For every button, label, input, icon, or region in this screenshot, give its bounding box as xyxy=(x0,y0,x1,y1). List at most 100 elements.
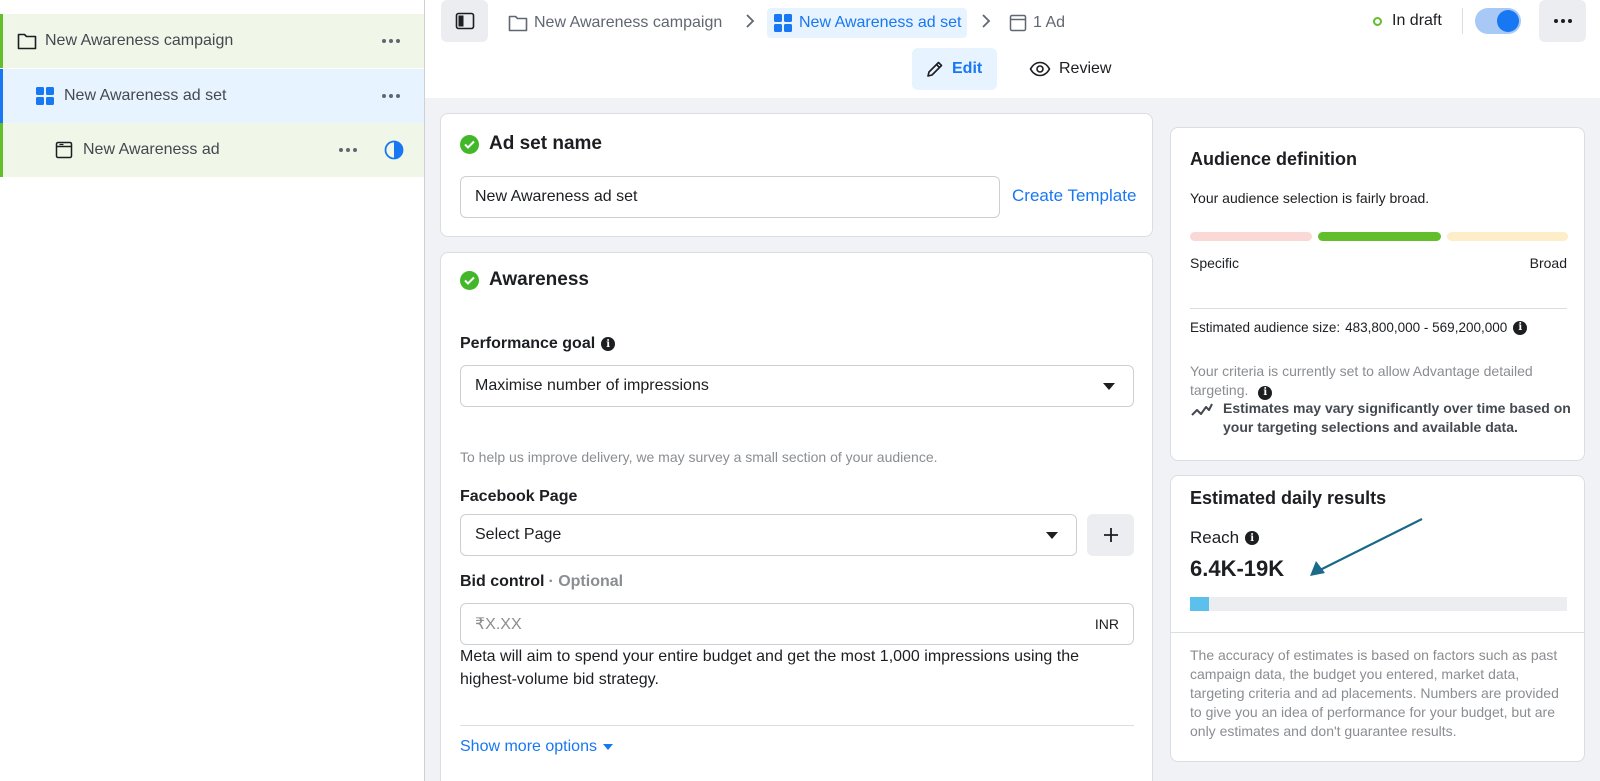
sidebar-toggle-button[interactable] xyxy=(441,0,488,42)
top-bar: New Awareness campaign New Awareness ad … xyxy=(425,0,1600,98)
breadcrumb-label: New Awareness campaign xyxy=(534,14,723,31)
section-title: Awareness xyxy=(460,269,589,291)
info-icon[interactable]: i xyxy=(1513,320,1528,335)
tab-label: Edit xyxy=(952,60,983,77)
chevron-right-icon xyxy=(745,14,755,28)
ad-window-icon xyxy=(1009,14,1027,32)
half-circle-status-icon[interactable] xyxy=(384,140,404,160)
awareness-card: Awareness Performance goal i Maximise nu… xyxy=(440,252,1153,781)
breadcrumb-ad[interactable]: 1 Ad xyxy=(1009,8,1065,38)
label-text: Performance goal xyxy=(460,335,596,352)
performance-goal-label: Performance goal i xyxy=(460,335,616,353)
info-icon[interactable]: i xyxy=(1245,531,1260,545)
size-label: Estimated audience size: xyxy=(1190,320,1341,335)
breadcrumb-label: 1 Ad xyxy=(1033,14,1066,31)
campaign-tree-sidebar: New Awareness campaign New Awareness ad … xyxy=(0,0,425,781)
sidebar-item-label: New Awareness campaign xyxy=(45,32,234,49)
folder-icon xyxy=(508,14,528,32)
trend-line-icon xyxy=(1190,401,1214,419)
annotation-arrow-icon xyxy=(1310,518,1423,576)
sidebar-item-adset[interactable]: New Awareness ad set xyxy=(0,69,424,123)
tab-edit[interactable]: Edit xyxy=(912,48,997,90)
optional-tag: · Optional xyxy=(548,573,624,590)
divider xyxy=(1171,632,1584,633)
criteria-note: Your criteria is currently set to allow … xyxy=(1190,362,1570,400)
label-text: Facebook Page xyxy=(460,488,578,505)
estimates-footnote: The accuracy of estimates is based on fa… xyxy=(1190,647,1559,739)
survey-note: To help us improve delivery, we may surv… xyxy=(460,449,938,465)
meter-specific-segment xyxy=(1190,232,1312,241)
bid-description: Meta will aim to spend your entire budge… xyxy=(460,648,1080,688)
divider xyxy=(1462,8,1463,34)
input-placeholder: ₹X.XX xyxy=(475,616,522,633)
section-title-label: Ad set name xyxy=(489,133,602,154)
grid-icon xyxy=(773,13,793,33)
caret-down-icon xyxy=(1046,532,1058,539)
divider xyxy=(460,725,1134,726)
note-text: Your criteria is currently set to allow … xyxy=(1190,363,1533,398)
breadcrumb-adset[interactable]: New Awareness ad set xyxy=(767,8,968,38)
audience-summary: Your audience selection is fairly broad. xyxy=(1190,190,1430,206)
card-title: Audience definition xyxy=(1190,149,1358,169)
toggle-knob xyxy=(1497,10,1519,32)
tab-review[interactable]: Review xyxy=(1015,48,1125,90)
size-value: 483,800,000 - 569,200,000 xyxy=(1345,320,1508,335)
reach-value: 6.4K-19K xyxy=(1190,556,1285,581)
folder-icon xyxy=(17,31,37,51)
more-options-icon[interactable] xyxy=(380,31,402,51)
check-circle-icon xyxy=(460,270,479,290)
sidebar-item-label: New Awareness ad set xyxy=(64,87,227,104)
bid-amount-input[interactable]: ₹X.XX INR xyxy=(460,603,1134,645)
ad-window-icon xyxy=(54,140,74,160)
specific-label: Specific xyxy=(1190,255,1240,271)
estimates-vary-note: Estimates may vary significantly over ti… xyxy=(1223,400,1571,435)
select-value: Maximise number of impressions xyxy=(475,377,709,394)
plus-icon xyxy=(1103,527,1119,543)
facebook-page-label: Facebook Page xyxy=(460,488,577,506)
info-icon[interactable]: i xyxy=(1258,385,1273,400)
more-options-icon[interactable] xyxy=(337,140,359,160)
breadcrumb-label: New Awareness ad set xyxy=(799,14,962,31)
divider xyxy=(1190,308,1567,309)
eye-icon xyxy=(1029,61,1059,77)
reach-bar-fill xyxy=(1190,597,1209,611)
caret-down-icon xyxy=(602,744,613,750)
reach-bar xyxy=(1190,597,1567,611)
broad-label: Broad xyxy=(1529,255,1567,271)
info-icon[interactable]: i xyxy=(601,337,616,351)
chevron-right-icon xyxy=(981,14,991,28)
status-dot-icon xyxy=(1373,16,1382,26)
label-text: Reach xyxy=(1190,528,1240,547)
meter-current-segment xyxy=(1318,232,1441,241)
more-actions-button[interactable] xyxy=(1539,0,1586,42)
status-label: In draft xyxy=(1392,12,1442,29)
caret-down-icon xyxy=(1103,383,1115,390)
facebook-page-select[interactable]: Select Page xyxy=(460,514,1077,556)
grid-icon xyxy=(35,86,55,106)
performance-goal-select[interactable]: Maximise number of impressions xyxy=(460,365,1134,407)
adset-on-off-toggle[interactable] xyxy=(1475,8,1521,34)
breadcrumb-campaign[interactable]: New Awareness campaign xyxy=(508,8,722,38)
meter-broad-segment xyxy=(1447,232,1568,241)
adset-name-card: Ad set name New Awareness ad set Create … xyxy=(440,113,1153,237)
create-template-link[interactable]: Create Template xyxy=(1012,186,1136,206)
currency-label: INR xyxy=(1094,616,1119,632)
bid-control-label: Bid control · Optional xyxy=(460,573,623,591)
audience-definition-card: Audience definition Your audience select… xyxy=(1170,127,1585,461)
pencil-icon xyxy=(926,60,952,78)
sidebar-item-label: New Awareness ad xyxy=(83,141,220,158)
reach-label: Reach i xyxy=(1190,528,1260,548)
link-text: Show more options xyxy=(460,738,597,755)
check-circle-icon xyxy=(460,134,479,154)
adset-name-input[interactable]: New Awareness ad set xyxy=(460,176,1000,218)
more-options-icon[interactable] xyxy=(380,86,402,106)
section-title-label: Awareness xyxy=(489,269,589,290)
tab-label: Review xyxy=(1059,60,1112,77)
sidebar-item-campaign[interactable]: New Awareness campaign xyxy=(0,14,424,68)
audience-size: Estimated audience size: 483,800,000 - 5… xyxy=(1190,320,1528,335)
panel-icon xyxy=(455,12,475,30)
show-more-options-link[interactable]: Show more options xyxy=(460,738,613,756)
add-page-button[interactable] xyxy=(1087,514,1134,556)
label-text: Bid control xyxy=(460,573,545,590)
sidebar-item-ad[interactable]: New Awareness ad xyxy=(0,123,424,177)
